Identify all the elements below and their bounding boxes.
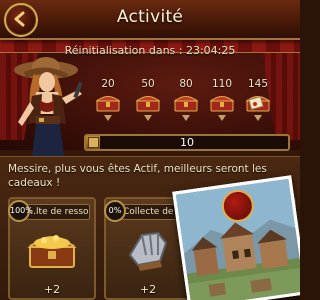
- milestone-value: 110: [211, 78, 233, 90]
- city-preview-popup[interactable]: [172, 175, 300, 300]
- milestone-value: 145: [247, 78, 269, 90]
- milestone-value: 20: [101, 78, 115, 90]
- treasure-chest-icon: [95, 94, 121, 112]
- milestone-50[interactable]: 50: [134, 78, 162, 121]
- milestone-marker: [182, 115, 190, 121]
- task-percent-badge: 0%: [104, 200, 126, 222]
- milestone-row: 20 50 80 110 145: [94, 78, 294, 128]
- heroine-portrait: [14, 57, 83, 156]
- activity-screen: Activité Réinitialisation dans : 23:04:2…: [0, 0, 300, 300]
- treasure-chest-icon: [135, 94, 161, 112]
- treasure-chest-scroll-icon: [245, 94, 271, 112]
- page-title: Activité: [116, 7, 184, 27]
- milestone-marker: [218, 115, 226, 121]
- header-bar: Activité: [0, 0, 300, 40]
- gold-chest-icon: [24, 225, 80, 275]
- milestone-80[interactable]: 80: [172, 78, 200, 121]
- treasure-chest-icon: [209, 94, 235, 112]
- milestone-110[interactable]: 110: [208, 78, 236, 121]
- activity-progress-bar: 10: [84, 134, 290, 151]
- milestone-value: 50: [141, 78, 155, 90]
- task-reward: +2: [43, 283, 61, 296]
- milestone-marker: [144, 115, 152, 121]
- milestone-marker: [254, 115, 262, 121]
- progress-value: 10: [180, 136, 194, 149]
- milestone-value: 80: [179, 78, 193, 90]
- milestone-145[interactable]: 145: [244, 78, 272, 121]
- task-reward: +2: [139, 283, 157, 296]
- treasure-chest-icon: [173, 94, 199, 112]
- task-percent-badge: 100%: [8, 200, 33, 222]
- gauntlet-icon: [120, 225, 176, 275]
- milestone-marker: [104, 115, 112, 121]
- task-label: ...lte de resso: [26, 204, 90, 220]
- milestone-20[interactable]: 20: [94, 78, 122, 121]
- task-card[interactable]: ...lte de resso 100% +2: [8, 197, 96, 300]
